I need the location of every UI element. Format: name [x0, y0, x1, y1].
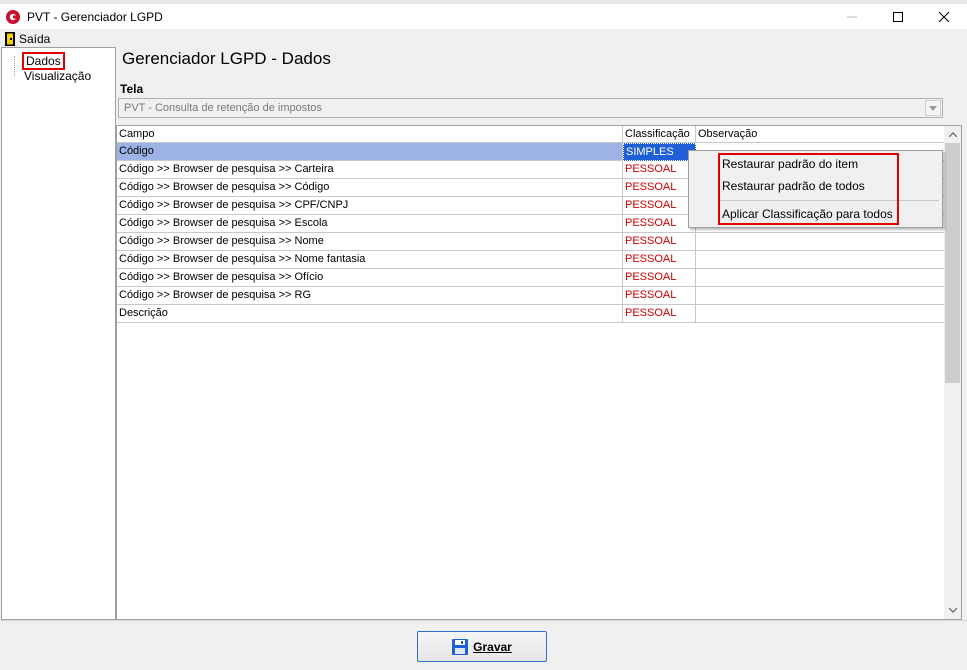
cell-observacao[interactable] — [696, 269, 945, 287]
tela-select[interactable]: PVT - Consulta de retenção de impostos — [118, 98, 943, 118]
cell-classificacao[interactable]: SIMPLES — [623, 143, 696, 161]
context-menu: Restaurar padrão do item Restaurar padrã… — [688, 150, 943, 228]
maximize-button[interactable] — [875, 4, 921, 29]
window-controls — [829, 4, 967, 29]
cell-observacao[interactable] — [696, 287, 945, 305]
window-title: PVT - Gerenciador LGPD — [27, 9, 163, 24]
table-row[interactable]: Código >> Browser de pesquisa >> Ofício … — [117, 269, 945, 287]
app-logo-icon — [6, 9, 20, 24]
cell-classificacao[interactable]: PESSOAL — [623, 287, 696, 305]
tela-dropdown-button[interactable] — [925, 100, 941, 116]
tela-select-value: PVT - Consulta de retenção de impostos — [124, 102, 322, 114]
cell-classificacao[interactable]: PESSOAL — [623, 215, 696, 233]
cell-observacao[interactable] — [696, 305, 945, 323]
cell-campo[interactable]: Código >> Browser de pesquisa >> Carteir… — [117, 161, 623, 179]
page-title: Gerenciador LGPD - Dados — [122, 49, 331, 68]
table-row[interactable]: Código >> Browser de pesquisa >> Nome fa… — [117, 251, 945, 269]
cell-classificacao[interactable]: PESSOAL — [623, 179, 696, 197]
cell-campo[interactable]: Código >> Browser de pesquisa >> Nome — [117, 233, 623, 251]
table-row[interactable]: Descrição PESSOAL — [117, 305, 945, 323]
chevron-down-icon — [948, 608, 957, 613]
tree-item-visualizacao[interactable]: Visualização — [24, 69, 91, 83]
highlight-box — [718, 153, 899, 225]
cell-campo[interactable]: Código >> Browser de pesquisa >> Ofício — [117, 269, 623, 287]
floppy-disk-icon — [452, 638, 469, 655]
close-button[interactable] — [921, 4, 967, 29]
cell-classificacao[interactable]: PESSOAL — [623, 251, 696, 269]
tree-connector — [14, 56, 16, 76]
save-button-label: Gravar — [473, 639, 512, 654]
exit-door-icon — [5, 31, 15, 46]
cell-classificacao[interactable]: PESSOAL — [623, 233, 696, 251]
cell-observacao[interactable] — [696, 233, 945, 251]
minimize-button[interactable] — [829, 4, 875, 29]
column-header-classificacao[interactable]: Classificação — [623, 126, 696, 143]
menu-exit[interactable]: Saída — [19, 32, 50, 46]
cell-campo[interactable]: Código >> Browser de pesquisa >> CPF/CNP… — [117, 197, 623, 215]
cell-classificacao[interactable]: PESSOAL — [623, 161, 696, 179]
cell-campo[interactable]: Descrição — [117, 305, 623, 323]
tree-item-dados[interactable]: Dados — [22, 52, 65, 70]
cell-observacao[interactable] — [696, 251, 945, 269]
chevron-down-icon — [929, 105, 937, 111]
navigation-tree: Dados Visualização — [1, 47, 116, 620]
chevron-up-icon — [948, 132, 957, 137]
table-row[interactable]: Código >> Browser de pesquisa >> Nome PE… — [117, 233, 945, 251]
table-row[interactable]: Código >> Browser de pesquisa >> RG PESS… — [117, 287, 945, 305]
cell-campo[interactable]: Código — [117, 143, 623, 161]
cell-classificacao[interactable]: PESSOAL — [623, 269, 696, 287]
cell-campo[interactable]: Código >> Browser de pesquisa >> Escola — [117, 215, 623, 233]
cell-campo[interactable]: Código >> Browser de pesquisa >> RG — [117, 287, 623, 305]
minimize-icon — [847, 16, 857, 17]
column-header-observacao[interactable]: Observação — [696, 126, 945, 143]
cell-classificacao[interactable]: PESSOAL — [623, 197, 696, 215]
column-header-campo[interactable]: Campo — [117, 126, 623, 143]
menu-bar: Saída — [0, 29, 967, 48]
scroll-thumb[interactable] — [945, 143, 960, 383]
cell-campo[interactable]: Código >> Browser de pesquisa >> Código — [117, 179, 623, 197]
divider — [0, 620, 967, 621]
scroll-down-button[interactable] — [944, 602, 961, 619]
tela-label: Tela — [120, 82, 144, 96]
cell-classificacao[interactable]: PESSOAL — [623, 305, 696, 323]
save-button[interactable]: Gravar — [417, 631, 547, 662]
cell-campo[interactable]: Código >> Browser de pesquisa >> Nome fa… — [117, 251, 623, 269]
maximize-icon — [893, 11, 903, 22]
scroll-up-button[interactable] — [944, 126, 961, 143]
vertical-scrollbar[interactable] — [944, 126, 961, 619]
title-bar: PVT - Gerenciador LGPD — [0, 4, 967, 29]
close-icon — [939, 11, 949, 22]
